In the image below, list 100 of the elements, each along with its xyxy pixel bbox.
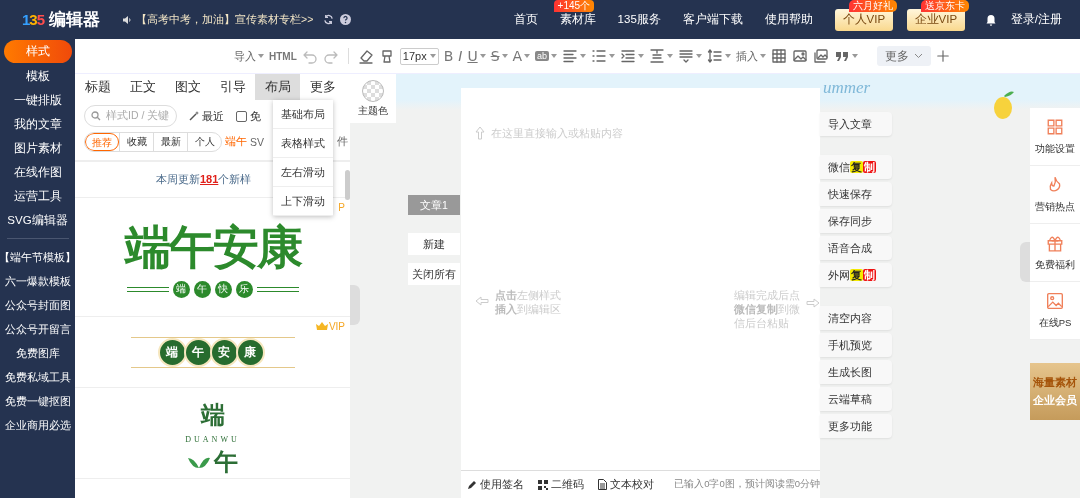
close-all-button[interactable]: 关闭所有 — [408, 263, 460, 285]
action-button[interactable]: 外网复 制 — [820, 263, 892, 287]
caret-icon[interactable] — [501, 54, 508, 58]
caret-icon[interactable] — [429, 54, 436, 58]
theme-color-button[interactable]: 主题色 — [350, 74, 396, 123]
tool-button[interactable]: 在线PS — [1030, 282, 1080, 340]
nav-link[interactable]: 使用帮助 — [764, 12, 813, 27]
nav-link[interactable]: 素材库 — [559, 12, 596, 27]
style-tab[interactable]: 标题 — [75, 74, 120, 100]
filter-tab[interactable]: 收藏 — [119, 133, 153, 151]
action-button[interactable]: 生成长图 — [820, 360, 892, 384]
refresh-icon[interactable] — [323, 14, 335, 25]
sidebar-item[interactable]: 一键排版 — [3, 88, 72, 112]
bell-icon[interactable] — [984, 13, 997, 26]
image-icon[interactable] — [792, 48, 809, 64]
menu-item[interactable]: 上下滑动 — [273, 187, 333, 216]
caret-icon[interactable] — [258, 54, 264, 58]
align-icon[interactable] — [562, 48, 579, 64]
sidebar-link[interactable]: 公众号封面图 — [4, 293, 71, 317]
indent-icon[interactable] — [620, 48, 637, 64]
font-size-select[interactable]: 17px — [399, 47, 439, 65]
caret-icon[interactable] — [580, 54, 587, 58]
caret-icon[interactable] — [667, 54, 674, 58]
more-button[interactable]: 更多 — [877, 46, 932, 66]
caret-icon[interactable] — [760, 54, 767, 58]
action-button[interactable]: 导入文章 — [820, 112, 892, 136]
sidebar-link[interactable]: 公众号开留言 — [4, 317, 71, 341]
sidebar-link[interactable]: 企业商用必选 — [4, 413, 71, 437]
sidebar-link[interactable]: 六一爆款模板 — [4, 269, 71, 293]
style-tab[interactable]: 图文 — [165, 74, 210, 100]
checkbox[interactable] — [236, 110, 247, 122]
style-tab[interactable]: 更多 — [300, 74, 345, 100]
recent-link[interactable]: 最近 — [202, 108, 224, 124]
new-button[interactable]: 新建 — [408, 233, 460, 255]
action-button[interactable]: 清空内容 — [820, 306, 892, 330]
bold-button[interactable]: B — [443, 48, 454, 64]
html-button[interactable]: HTML — [269, 50, 297, 62]
tool-button[interactable]: 营销热点 — [1030, 166, 1080, 224]
caret-icon[interactable] — [638, 54, 645, 58]
action-button[interactable]: 快速保存 — [820, 182, 892, 206]
caret-icon[interactable] — [479, 54, 486, 58]
logo[interactable]: 135 — [22, 11, 45, 28]
caret-icon[interactable] — [609, 54, 616, 58]
tag-link[interactable]: SV — [250, 136, 264, 148]
caret-icon[interactable] — [696, 54, 703, 58]
plus-icon[interactable] — [936, 49, 951, 63]
strikethrough-button[interactable]: S — [490, 48, 500, 64]
insert-menu[interactable]: 插入 — [736, 48, 759, 64]
sidebar-item[interactable]: 运营工具 — [3, 184, 72, 208]
checkbox-label[interactable]: 免 — [250, 108, 261, 124]
chevron-icon[interactable] — [914, 53, 924, 59]
sidebar-item[interactable]: 在线作图 — [3, 160, 72, 184]
caret-icon[interactable] — [551, 54, 558, 58]
nav-link[interactable]: 客户端下载 — [682, 12, 743, 27]
sidebar-link[interactable]: 免费私域工具 — [4, 365, 71, 389]
action-button[interactable]: 保存同步 — [820, 209, 892, 233]
images-icon[interactable] — [813, 48, 830, 64]
action-button[interactable]: 云端草稿 — [820, 387, 892, 411]
action-button[interactable]: 语音合成 — [820, 236, 892, 260]
caret-icon[interactable] — [852, 54, 859, 58]
magic-wand-icon[interactable] — [189, 111, 199, 121]
expand-handle[interactable] — [1020, 242, 1030, 282]
sidebar-item[interactable]: 图片素材 — [3, 136, 72, 160]
underline-button[interactable]: U — [467, 48, 478, 64]
signature-button[interactable]: 使用签名 — [467, 477, 524, 492]
caret-icon[interactable] — [725, 54, 732, 58]
list-icon[interactable] — [591, 48, 608, 64]
paragraph-spacing-icon[interactable] — [649, 48, 666, 64]
scrollbar[interactable] — [345, 170, 350, 200]
tool-button[interactable]: 功能设置 — [1030, 108, 1080, 166]
sidebar-item[interactable]: SVG编辑器 — [3, 208, 72, 232]
login-link[interactable]: 登录/注册 — [1010, 12, 1062, 27]
nav-link[interactable]: 135服务 — [617, 12, 661, 27]
announcement-link[interactable]: 【高考中考，加油】宣传素材专栏>> — [136, 12, 314, 27]
import-menu[interactable]: 导入 — [234, 48, 256, 64]
collapse-handle[interactable] — [350, 285, 360, 325]
eraser-icon[interactable] — [357, 48, 374, 64]
sidebar-item[interactable]: 我的文章 — [3, 112, 72, 136]
italic-button[interactable]: I — [458, 48, 463, 64]
menu-item[interactable]: 左右滑动 — [273, 158, 333, 187]
filter-tab[interactable]: 最新 — [153, 133, 187, 151]
sidebar-link[interactable]: 免费一键抠图 — [4, 389, 71, 413]
menu-item[interactable]: 基础布局 — [273, 100, 333, 129]
logo-text[interactable]: 编辑器 — [49, 8, 101, 31]
action-button[interactable]: 手机预览 — [820, 333, 892, 357]
style-tab[interactable]: 布局 — [255, 74, 300, 100]
caret-icon[interactable] — [524, 54, 531, 58]
sidebar-link[interactable]: 【端午节模板】 — [0, 245, 76, 269]
table-icon[interactable] — [771, 48, 788, 64]
style-tab[interactable]: 正文 — [120, 74, 165, 100]
font-color-button[interactable]: A — [512, 48, 523, 64]
sidebar-item[interactable]: 模板 — [3, 64, 72, 88]
menu-item[interactable]: 表格样式 — [273, 129, 333, 158]
nav-link[interactable]: 首页 — [513, 12, 538, 27]
vertical-spacing-icon[interactable] — [678, 48, 695, 64]
help-icon[interactable] — [340, 14, 352, 25]
filter-tab[interactable]: 个人 — [187, 133, 221, 151]
action-button[interactable]: 微信复 制 — [820, 155, 892, 179]
qr-code-button[interactable]: 二维码 — [538, 477, 584, 492]
sidebar-link[interactable]: 免费图库 — [15, 341, 60, 365]
